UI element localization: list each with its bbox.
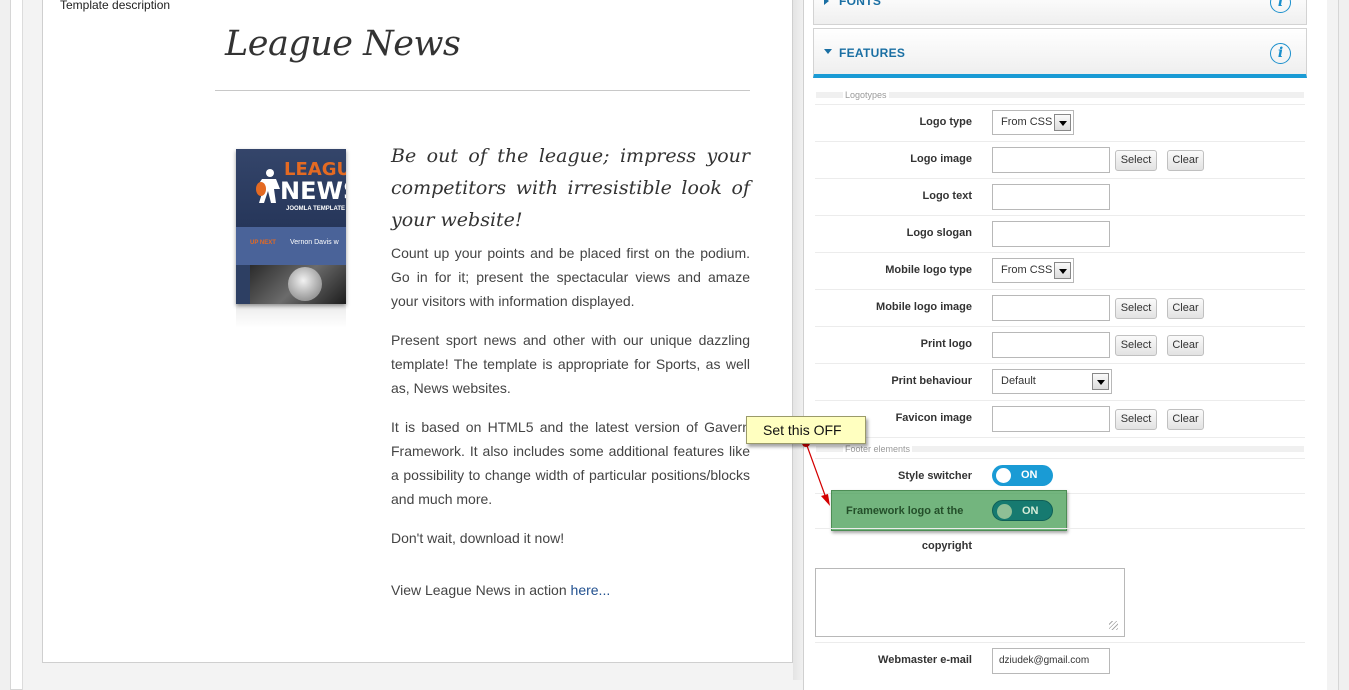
mobile-logo-image-clear-button[interactable]: Clear bbox=[1167, 298, 1204, 319]
webmaster-email-label: Webmaster e-mail bbox=[878, 654, 972, 666]
resize-grip-icon[interactable] bbox=[1109, 621, 1118, 630]
logo-text-label: Logo text bbox=[922, 190, 973, 202]
style-switcher-label: Style switcher bbox=[898, 470, 972, 482]
thumbnail-ticker bbox=[236, 227, 346, 265]
action-paragraph: View League News in action here... bbox=[391, 578, 750, 602]
accordion-fonts[interactable] bbox=[813, 0, 1307, 25]
row-divider bbox=[815, 289, 1305, 290]
section-footer-elements: Footer elements bbox=[843, 444, 913, 454]
row-divider bbox=[815, 215, 1305, 216]
thumbnail-reflection bbox=[236, 304, 346, 328]
demo-link[interactable]: here... bbox=[571, 582, 611, 598]
row-divider bbox=[815, 326, 1305, 327]
print-logo-clear-button[interactable]: Clear bbox=[1167, 335, 1204, 356]
template-title: League News bbox=[225, 24, 461, 64]
mobile-logo-type-value: From CSS bbox=[1001, 264, 1053, 276]
copyright-textarea[interactable] bbox=[815, 568, 1125, 637]
thumbnail-ticker-text: Vernon Davis w bbox=[290, 239, 339, 246]
info-icon[interactable]: i bbox=[1270, 43, 1291, 64]
row-divider bbox=[815, 458, 1305, 459]
logo-image-input[interactable] bbox=[992, 147, 1110, 173]
toggle-state: ON bbox=[1022, 505, 1039, 517]
toggle-knob bbox=[997, 504, 1012, 519]
print-logo-select-button[interactable]: Select bbox=[1115, 335, 1157, 356]
mobile-logo-image-select-button[interactable]: Select bbox=[1115, 298, 1157, 319]
mobile-logo-image-label: Mobile logo image bbox=[876, 301, 972, 313]
print-behaviour-value: Default bbox=[1001, 375, 1036, 387]
print-behaviour-label: Print behaviour bbox=[891, 375, 972, 387]
section-logotypes: Logotypes bbox=[843, 90, 889, 100]
dropdown-arrow-icon bbox=[1092, 373, 1109, 390]
print-logo-input[interactable] bbox=[992, 332, 1110, 358]
mobile-logo-type-select[interactable]: From CSS bbox=[992, 258, 1074, 283]
section-caption: Template description bbox=[60, 0, 171, 12]
lead-text: Be out of the league; impress your compe… bbox=[391, 145, 750, 231]
toggle-knob bbox=[996, 468, 1011, 483]
webmaster-email-input[interactable]: dziudek@gmail.com bbox=[992, 648, 1110, 674]
caret-down-icon bbox=[824, 49, 832, 54]
logo-text-input[interactable] bbox=[992, 184, 1110, 210]
section-divider bbox=[816, 92, 1304, 98]
accordion-fonts-label: FONTS bbox=[839, 0, 882, 8]
logo-image-clear-button[interactable]: Clear bbox=[1167, 150, 1204, 171]
logo-slogan-input[interactable] bbox=[992, 221, 1110, 247]
template-thumbnail: LEAGUE NEWS JOOMLA TEMPLATE UP NEXT Vern… bbox=[236, 149, 346, 304]
favicon-image-input[interactable] bbox=[992, 406, 1110, 432]
framework-logo-label: Framework logo at the bbox=[846, 505, 964, 517]
thumbnail-logo-line2: NEWS bbox=[280, 177, 346, 205]
thumbnail-up-next: UP NEXT bbox=[250, 240, 276, 246]
favicon-image-select-button[interactable]: Select bbox=[1115, 409, 1157, 430]
description-paragraph: Present sport news and other with our un… bbox=[391, 332, 750, 396]
row-divider bbox=[815, 252, 1305, 253]
row-divider bbox=[815, 178, 1305, 179]
toggle-state: ON bbox=[1021, 469, 1038, 481]
annotation-callout: Set this OFF bbox=[746, 416, 866, 444]
row-divider bbox=[815, 400, 1305, 401]
row-divider bbox=[815, 104, 1305, 105]
logo-image-label: Logo image bbox=[910, 153, 972, 165]
logo-slogan-label: Logo slogan bbox=[906, 227, 972, 239]
description-paragraph: Don't wait, download it now! bbox=[391, 530, 565, 546]
framework-logo-label-cont: copyright bbox=[921, 540, 972, 552]
thumbnail-logo-line3: JOOMLA TEMPLATE bbox=[286, 206, 345, 212]
accordion-features-label: FEATURES bbox=[839, 46, 906, 60]
row-divider bbox=[815, 642, 1305, 643]
description-paragraph: Count up your points and be placed first… bbox=[391, 245, 750, 309]
style-switcher-toggle[interactable]: ON bbox=[992, 465, 1053, 486]
logo-type-value: From CSS bbox=[1001, 116, 1053, 128]
helmet-icon bbox=[288, 267, 322, 301]
print-behaviour-select[interactable]: Default bbox=[992, 369, 1112, 394]
description-paragraph: It is based on HTML5 and the latest vers… bbox=[391, 419, 750, 507]
favicon-image-clear-button[interactable]: Clear bbox=[1167, 409, 1204, 430]
caret-right-icon bbox=[824, 0, 829, 5]
logo-image-select-button[interactable]: Select bbox=[1115, 150, 1157, 171]
title-divider bbox=[215, 90, 750, 91]
row-divider bbox=[815, 528, 1305, 529]
action-prefix: View League News in action bbox=[391, 582, 571, 598]
framework-logo-toggle[interactable]: ON bbox=[992, 500, 1053, 521]
player-silhouette-icon bbox=[256, 167, 280, 207]
logo-type-label: Logo type bbox=[919, 116, 972, 128]
row-divider bbox=[815, 141, 1305, 142]
logo-type-select[interactable]: From CSS bbox=[992, 110, 1074, 135]
row-divider bbox=[815, 437, 1305, 438]
print-logo-label: Print logo bbox=[920, 338, 972, 350]
dropdown-arrow-icon bbox=[1054, 114, 1071, 131]
dropdown-arrow-icon bbox=[1054, 262, 1071, 279]
row-divider bbox=[815, 363, 1305, 364]
mobile-logo-type-label: Mobile logo type bbox=[885, 264, 972, 276]
mobile-logo-image-input[interactable] bbox=[992, 295, 1110, 321]
